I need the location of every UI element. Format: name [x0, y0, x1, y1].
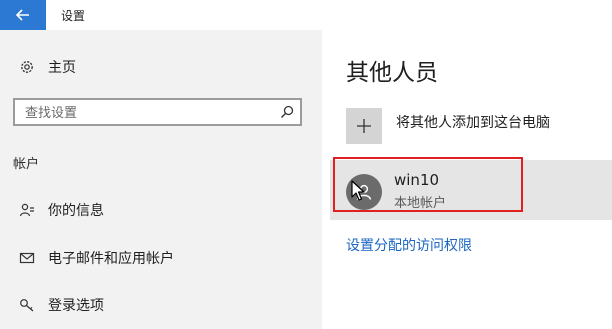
sidebar-item-label: 你的信息 [48, 203, 104, 219]
sidebar-item-email-accounts[interactable]: 电子邮件和应用帐户 [0, 241, 322, 275]
sidebar-item-sign-in-options[interactable]: 登录选项 [0, 288, 322, 322]
account-item[interactable]: win10 本地帐户 [330, 160, 612, 220]
search-input[interactable] [23, 103, 275, 123]
page-title: 其他人员 [346, 60, 438, 86]
mouse-cursor-icon [351, 180, 365, 201]
key-icon [18, 296, 36, 314]
gear-icon [18, 58, 36, 76]
back-arrow-icon [16, 9, 29, 21]
main-content: 其他人员 将其他人添加到这台电脑 win10 本地帐户 设置分配的访问权限 [322, 30, 612, 329]
sidebar-item-label: 登录选项 [48, 298, 104, 314]
section-header-accounts: 帐户 [13, 157, 40, 172]
sidebar-item-label: 电子邮件和应用帐户 [48, 251, 174, 267]
add-person-button[interactable] [346, 108, 382, 144]
mail-icon [18, 249, 36, 267]
back-button[interactable] [0, 0, 46, 30]
plus-icon [357, 119, 371, 133]
account-name: win10 [394, 171, 440, 189]
sidebar-item-your-info[interactable]: 你的信息 [0, 193, 322, 227]
assigned-access-link[interactable]: 设置分配的访问权限 [346, 235, 472, 255]
sidebar: 主页 帐户 你的信息 电子邮件和应用帐户 [0, 30, 322, 329]
app-title: 设置 [61, 9, 86, 23]
search-icon [281, 105, 294, 118]
sidebar-item-home[interactable]: 主页 [0, 50, 322, 84]
sidebar-item-label: 主页 [48, 60, 76, 76]
account-type: 本地帐户 [394, 196, 447, 211]
title-bar: 设置 [0, 0, 612, 30]
search-field[interactable] [13, 98, 302, 126]
add-person-label[interactable]: 将其他人添加到这台电脑 [396, 112, 550, 132]
person-icon [18, 201, 36, 219]
